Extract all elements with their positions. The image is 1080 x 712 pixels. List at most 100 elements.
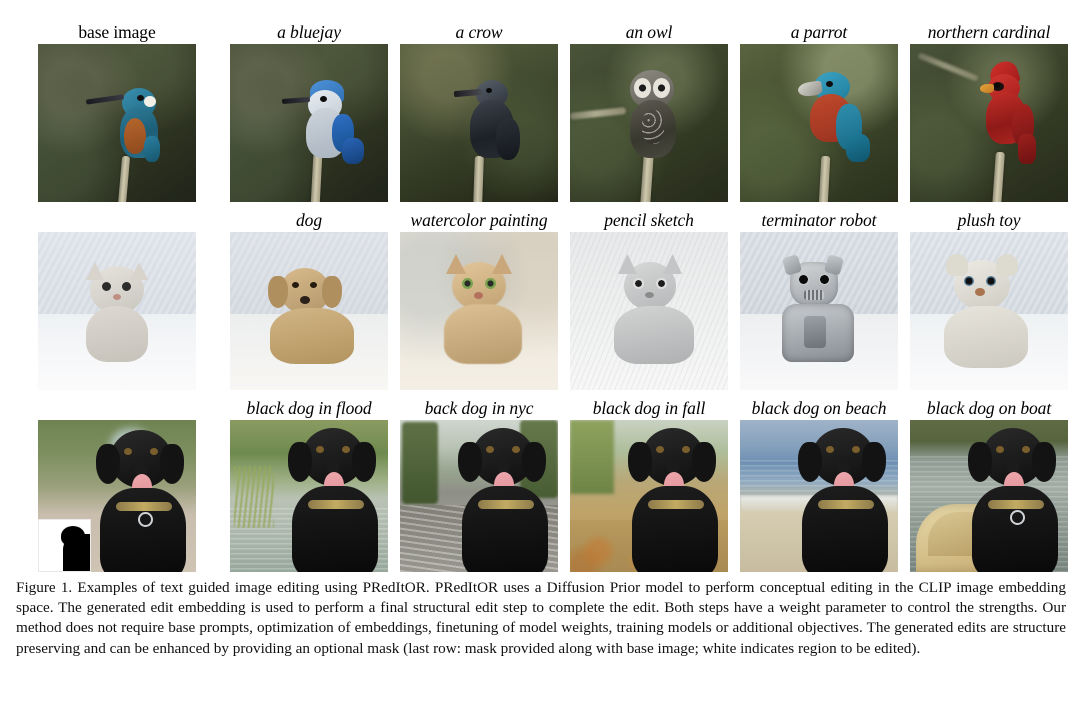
cell-edit-plush-toy[interactable]: plush toy (910, 210, 1068, 390)
dog-collar-ring (1010, 510, 1025, 525)
cell-label: black dog on boat (926, 398, 1052, 418)
cell-edit-black-dog-on-beach[interactable]: black dog on beach (740, 398, 898, 572)
dog-ear-left (798, 442, 822, 482)
cell-edit-back-dog-in-nyc[interactable]: back dog in nyc (400, 398, 558, 572)
thumbnail-parrot (740, 44, 898, 202)
figure-row-birds: base image a bluejay a crow an owl a par… (0, 22, 1080, 202)
dog-eye-left (656, 446, 664, 453)
dog-eye-left (292, 282, 299, 288)
plush-eye-left (964, 276, 974, 286)
cell-base-image-black-dog[interactable] (38, 420, 196, 572)
thumbnail-crow (400, 44, 558, 202)
dog-ear-right (1032, 442, 1056, 482)
thumbnail-black-dog-fall (570, 420, 728, 572)
cell-label: black dog on beach (751, 398, 887, 418)
animal-black-dog (966, 428, 1068, 572)
cat-eye-left (462, 278, 473, 289)
parrot-eye (826, 81, 833, 87)
cat-body (614, 306, 694, 364)
cell-edit-a-parrot[interactable]: a parrot (740, 22, 898, 202)
thumbnail-kitten (38, 232, 196, 390)
figure-row-black-dog: black dog in flood back dog in nyc black… (0, 398, 1080, 572)
cell-label: northern cardinal (927, 22, 1051, 42)
cell-edit-black-dog-in-fall[interactable]: black dog in fall (570, 398, 728, 572)
cell-edit-northern-cardinal[interactable]: northern cardinal (910, 22, 1068, 202)
dog-body (972, 486, 1058, 572)
robot-eye-left (798, 274, 809, 285)
kitten-body (86, 306, 148, 362)
animal-black-dog (456, 428, 558, 572)
dog-collar (116, 502, 172, 511)
dog-collar (818, 500, 874, 509)
cell-edit-watercolor-painting[interactable]: watercolor painting (400, 210, 558, 390)
kitten-eye-left (102, 282, 111, 291)
dog-nose (300, 296, 310, 304)
animal-kitten (80, 262, 154, 362)
bird-breast (124, 118, 146, 154)
dog-ear-left (968, 442, 992, 482)
animal-black-dog (626, 428, 728, 572)
dog-ear-right (522, 442, 546, 482)
thumbnail-cardinal (910, 44, 1068, 202)
cell-edit-an-owl[interactable]: an owl (570, 22, 728, 202)
thumbnail-sketch-cat (570, 232, 728, 390)
cat-body (444, 304, 522, 364)
cat-nose (645, 292, 654, 298)
bird-eye (486, 88, 492, 93)
cell-label: base image (78, 22, 156, 42)
bird-eye (137, 95, 144, 101)
cell-edit-pencil-sketch[interactable]: pencil sketch (570, 210, 728, 390)
thumbnail-black-dog-nyc (400, 420, 558, 572)
animal-black-dog (286, 428, 388, 572)
dog-eye-right (310, 282, 317, 288)
mask-body-right-edge (81, 534, 90, 571)
cell-base-image-bird[interactable]: base image (38, 22, 196, 202)
thumbnail-robot-cat (740, 232, 898, 390)
cell-edit-a-bluejay[interactable]: a bluejay (230, 22, 388, 202)
cell-label: dog (296, 210, 322, 230)
cardinal-tail (1018, 134, 1036, 164)
dog-ear-left (628, 442, 652, 482)
dog-collar-ring (138, 512, 153, 527)
bird-owl (622, 70, 694, 162)
owl-eye-right (653, 78, 670, 98)
thumbnail-bluejay (230, 44, 388, 202)
dog-eye-left (124, 448, 132, 455)
robot-eye-right (819, 274, 830, 285)
bird-bluejay (281, 80, 368, 164)
animal-black-dog (94, 430, 196, 572)
cat-nose (474, 292, 483, 299)
dog-ear-right (160, 444, 184, 484)
cell-label: plush toy (957, 210, 1021, 230)
dog-eye-right (1022, 446, 1030, 453)
dog-body (270, 308, 354, 364)
cell-edit-dog[interactable]: dog (230, 210, 388, 390)
dog-collar (478, 500, 534, 509)
perch-branch (473, 155, 484, 202)
dog-collar (988, 500, 1044, 509)
plush-eye-right (986, 276, 996, 286)
cardinal-beak (980, 84, 994, 93)
dog-eye-right (150, 448, 158, 455)
thumbnail-owl (570, 44, 728, 202)
bird-tail (342, 138, 364, 164)
thumbnail-black-dog-flood (230, 420, 388, 572)
cell-edit-black-dog-in-flood[interactable]: black dog in flood (230, 398, 388, 572)
cell-base-image-cat[interactable] (38, 232, 196, 390)
parrot-tail (846, 134, 870, 162)
dog-eye-right (682, 446, 690, 453)
animal-plush-cat (940, 254, 1034, 368)
cell-edit-terminator-robot[interactable]: terminator robot (740, 210, 898, 390)
dog-eye-left (826, 446, 834, 453)
cell-edit-a-crow[interactable]: a crow (400, 22, 558, 202)
bird-beak (281, 97, 311, 104)
bird-cardinal (972, 58, 1048, 164)
thumbnail-black-dog-beach (740, 420, 898, 572)
reeds (234, 466, 274, 528)
cell-edit-black-dog-on-boat[interactable]: black dog on boat (910, 398, 1068, 572)
bird-tail (144, 136, 160, 162)
dog-collar (308, 500, 364, 509)
figure-row-cat: dog watercolor painting pencil sketch te… (0, 210, 1080, 390)
kitten-eye-right (122, 282, 131, 291)
cell-label: a bluejay (277, 22, 341, 42)
